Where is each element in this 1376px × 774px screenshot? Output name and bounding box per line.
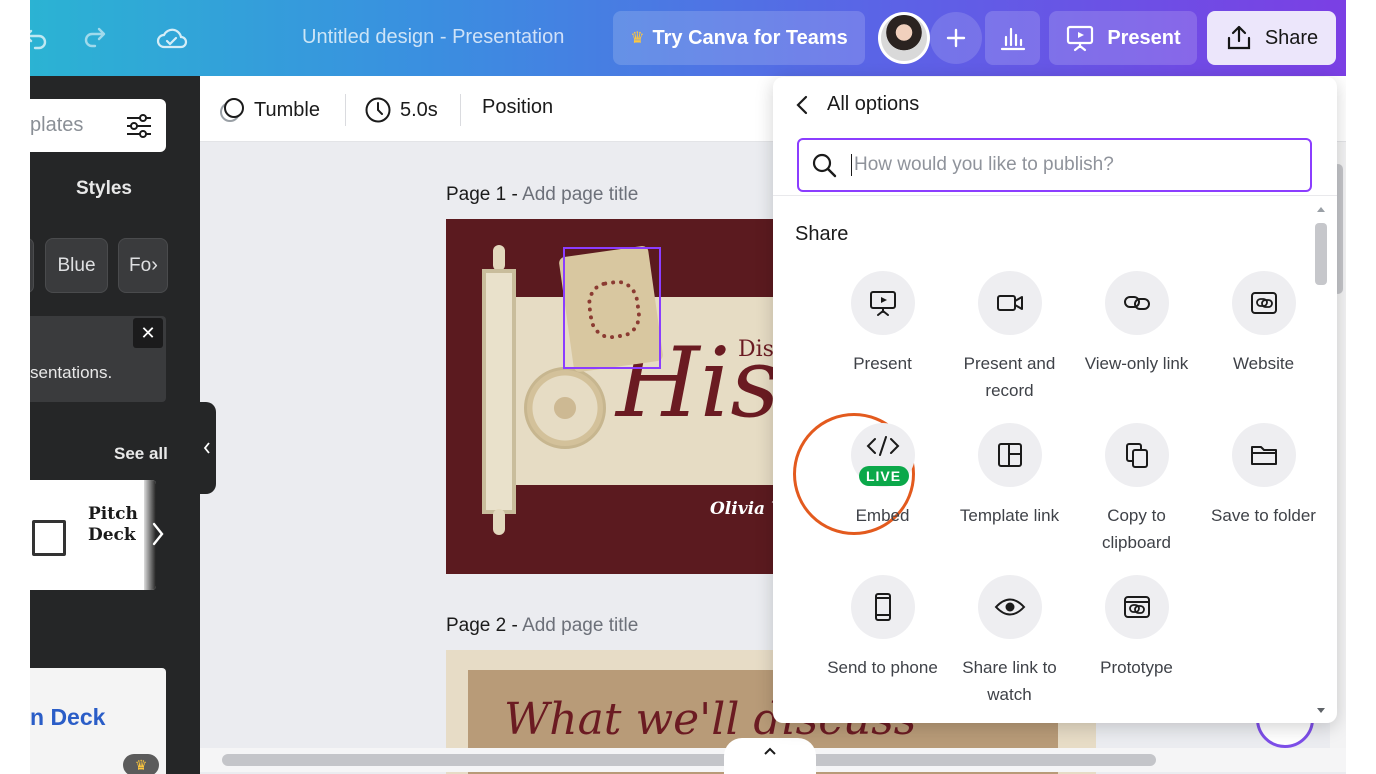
try-canva-teams-button[interactable]: ♛ Try Canva for Teams [613, 11, 865, 65]
style-chip-next[interactable]: Fo › [118, 238, 168, 293]
chevron-left-icon [203, 442, 210, 454]
cloud-saved-icon[interactable] [154, 20, 190, 56]
chevron-right-icon[interactable]: › [151, 254, 158, 277]
illustration [32, 520, 66, 556]
template-thumbnail-deck[interactable]: n Deck ♛ [30, 668, 166, 774]
share-option-present[interactable]: Present [819, 271, 946, 377]
share-option-prototype[interactable]: Prototype [1073, 575, 1200, 681]
clock-icon [365, 97, 391, 123]
crown-icon: ♛ [123, 754, 159, 774]
insights-button[interactable] [985, 11, 1040, 65]
phone-icon [850, 575, 915, 639]
add-collaborator-button[interactable] [930, 12, 982, 64]
search-icon [812, 153, 837, 178]
plus-icon [946, 28, 966, 48]
undo-icon[interactable] [30, 20, 54, 56]
top-bar: Untitled design - Presentation ♛ Try Can… [30, 0, 1346, 76]
template-search-input[interactable]: plates [30, 99, 166, 152]
avatar[interactable] [878, 12, 930, 64]
crown-icon: ♛ [630, 30, 645, 47]
page-2-title-input[interactable]: Add page title [522, 615, 638, 636]
canvas-horizontal-scrollbar[interactable] [200, 738, 1346, 774]
present-icon [1067, 25, 1094, 52]
page-1-label: Page 1 - Add page title [446, 184, 639, 205]
live-badge: LIVE [858, 466, 909, 486]
template-thumbnail-pitch-deck[interactable]: Pitch Deck [30, 480, 156, 590]
present-button[interactable]: Present [1049, 11, 1197, 65]
copy-icon [1104, 423, 1169, 487]
carousel-next-icon[interactable] [146, 516, 170, 552]
share-option-share-link-to-watch[interactable]: Share link to watch [946, 575, 1073, 708]
notice-text: sentations. [30, 363, 113, 382]
close-icon[interactable]: ✕ [133, 318, 163, 348]
publish-search-input[interactable] [851, 154, 1291, 176]
share-option-send-to-phone[interactable]: Send to phone [819, 575, 946, 681]
position-button[interactable]: Position [482, 96, 553, 119]
duration-button[interactable]: 5.0s [364, 96, 438, 124]
selection-box[interactable] [563, 247, 661, 369]
transition-button[interactable]: Tumble [218, 96, 320, 124]
share-option-embed[interactable]: LIVE Embed [819, 423, 946, 529]
design-title[interactable]: Untitled design - Presentation [302, 26, 564, 49]
folder-icon [1231, 423, 1296, 487]
publish-search-field[interactable] [797, 138, 1312, 192]
template-layout-icon [977, 423, 1042, 487]
all-options-back-button[interactable]: All options [795, 93, 919, 116]
compass-graphic [524, 367, 606, 449]
share-option-copy-to-clipboard[interactable]: Copy to clipboard [1073, 423, 1200, 556]
scroll-down-icon[interactable] [1313, 705, 1329, 717]
present-label: Present [1107, 26, 1181, 49]
search-text: plates [30, 114, 84, 136]
share-option-template-link[interactable]: Template link [946, 423, 1073, 529]
style-chip-blue[interactable]: Blue [45, 238, 108, 293]
teams-label: Try Canva for Teams [652, 26, 848, 49]
video-camera-icon [977, 271, 1042, 335]
share-panel-scrollbar[interactable] [1313, 199, 1329, 721]
share-option-save-to-folder[interactable]: Save to folder [1200, 423, 1327, 529]
redo-icon[interactable] [76, 20, 112, 56]
share-option-website[interactable]: Website [1200, 271, 1327, 377]
back-arrow-icon [796, 95, 808, 114]
page-1-title-input[interactable]: Add page title [522, 184, 638, 205]
see-all-link[interactable]: See all [114, 444, 168, 464]
present-icon [850, 271, 915, 335]
share-panel: All options Share Present Present and re… [773, 77, 1337, 723]
eye-icon [977, 575, 1042, 639]
collapse-panel-handle[interactable] [198, 402, 216, 494]
filter-icon[interactable] [124, 111, 154, 141]
expand-pages-button[interactable] [724, 738, 816, 774]
styles-heading: Styles [76, 178, 132, 199]
chevron-up-icon [764, 747, 776, 755]
tumble-transition-icon [220, 98, 244, 122]
code-icon: LIVE [850, 423, 915, 487]
share-label: Share [1264, 26, 1319, 49]
canva-editor: Untitled design - Presentation ♛ Try Can… [30, 0, 1346, 774]
bar-chart-icon [1000, 27, 1025, 51]
style-chip[interactable] [30, 238, 34, 293]
share-option-view-only-link[interactable]: View-only link [1073, 271, 1200, 377]
info-notice: ✕ sentations. [30, 316, 166, 402]
share-upload-icon [1227, 25, 1250, 50]
share-button[interactable]: Share [1207, 11, 1336, 65]
link-icon [1104, 271, 1169, 335]
scroll-up-icon[interactable] [1313, 203, 1329, 215]
page-2-label: Page 2 - Add page title [446, 615, 639, 636]
website-icon [1231, 271, 1296, 335]
share-option-present-and-record[interactable]: Present and record [946, 271, 1073, 404]
prototype-icon [1104, 575, 1169, 639]
share-section-heading: Share [795, 223, 849, 245]
left-side-panel: plates Styles Blue Fo › ✕ sentations. See… [30, 76, 200, 774]
